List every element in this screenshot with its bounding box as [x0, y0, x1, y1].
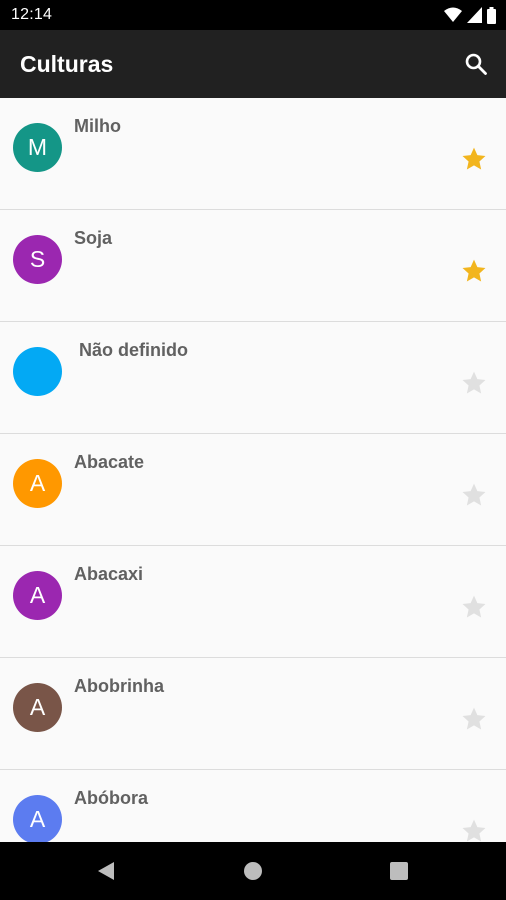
search-icon: [465, 53, 487, 75]
star-icon[interactable]: [461, 258, 487, 284]
avatar: S: [13, 235, 62, 284]
crop-name: Milho: [74, 116, 121, 136]
crop-list: M Milho S Soja Não definido A Abacate A …: [0, 98, 506, 842]
crop-name: Abobrinha: [74, 676, 164, 696]
status-bar: 12:14: [0, 0, 506, 30]
avatar: A: [13, 571, 62, 620]
crop-name: Abóbora: [74, 788, 148, 808]
wifi-icon: [444, 7, 462, 22]
recents-icon: [390, 862, 408, 880]
list-item[interactable]: A Abacaxi: [0, 546, 506, 658]
avatar: A: [13, 683, 62, 732]
star-icon[interactable]: [461, 370, 487, 396]
list-item[interactable]: M Milho: [0, 98, 506, 210]
home-button[interactable]: [239, 857, 267, 885]
star-icon[interactable]: [461, 482, 487, 508]
list-item[interactable]: A Abacate: [0, 434, 506, 546]
page-title: Culturas: [20, 51, 114, 77]
list-item[interactable]: A Abobrinha: [0, 658, 506, 770]
avatar: A: [13, 459, 62, 508]
app-bar: Culturas: [0, 30, 506, 98]
recents-button[interactable]: [385, 857, 413, 885]
star-icon[interactable]: [461, 146, 487, 172]
home-icon: [244, 862, 262, 880]
crop-name: Não definido: [74, 340, 188, 360]
crop-name: Abacate: [74, 452, 145, 472]
star-icon[interactable]: [461, 706, 487, 732]
crop-name: Abacaxi: [74, 564, 144, 584]
back-icon: [98, 862, 114, 880]
signal-icon: [467, 7, 482, 23]
battery-icon: [487, 6, 496, 24]
avatar: [13, 347, 62, 396]
status-icons: [444, 6, 496, 24]
navigation-bar: [0, 842, 506, 900]
search-button[interactable]: [460, 48, 492, 80]
status-time: 12:14: [11, 6, 53, 23]
star-icon[interactable]: [461, 594, 487, 620]
avatar: A: [13, 795, 62, 842]
list-item[interactable]: S Soja: [0, 210, 506, 322]
list-item[interactable]: Não definido: [0, 322, 506, 434]
list-item[interactable]: A Abóbora: [0, 770, 506, 842]
star-icon[interactable]: [461, 818, 487, 842]
crop-name: Soja: [74, 228, 113, 248]
back-button[interactable]: [92, 857, 120, 885]
avatar: M: [13, 123, 62, 172]
